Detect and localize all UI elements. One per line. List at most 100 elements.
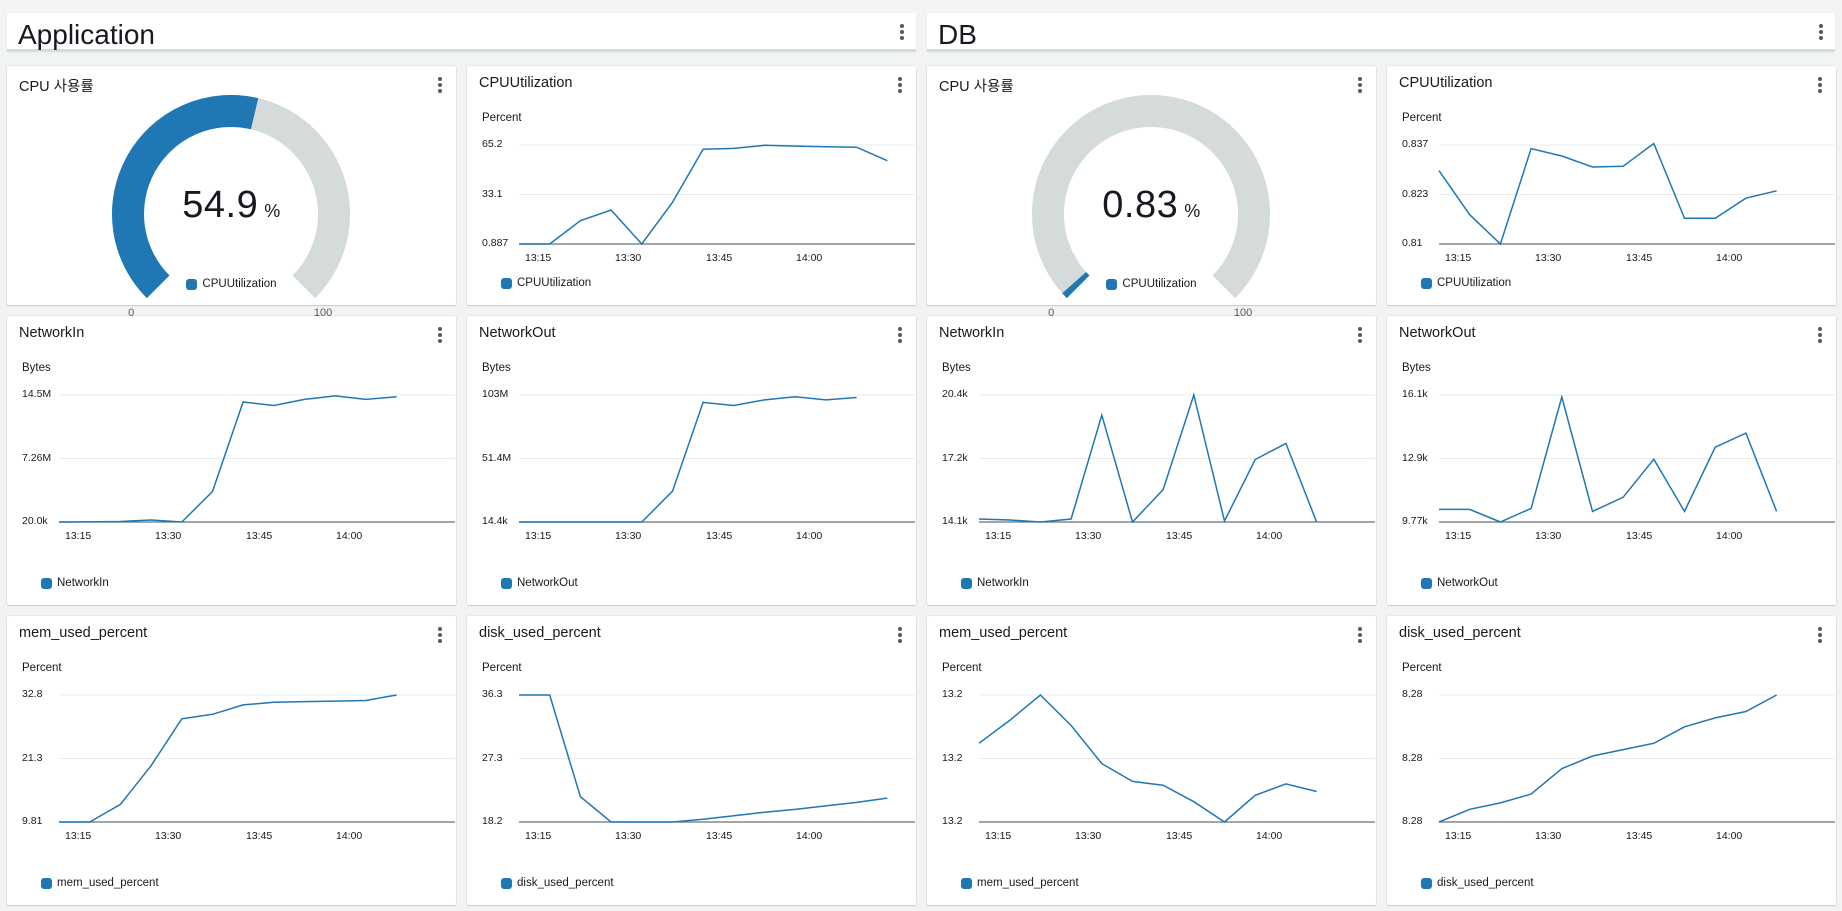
section-title-application: Application [18, 19, 155, 50]
legend-item[interactable]: NetworkOut [1421, 577, 1498, 589]
legend-swatch [1106, 278, 1118, 290]
y-tick-label: 51.4M [482, 451, 512, 464]
series-line [1438, 142, 1777, 246]
legend-swatch [961, 577, 972, 589]
legend-swatch [961, 877, 972, 889]
widget-app-disk: disk_used_percent Percent 36.3 27.3 18.2 13:1… [467, 616, 916, 905]
x-tick-label: 13:30 [155, 530, 182, 542]
x-tick-label: 13:45 [1626, 830, 1653, 842]
x-tick-label: 13:15 [1445, 252, 1472, 264]
gauge-unit: % [264, 201, 281, 221]
legend-label: mem_used_percent [57, 877, 159, 889]
x-tick-label: 13:30 [1075, 830, 1102, 842]
line-chart [519, 694, 915, 823]
widget-app-network-in: NetworkIn Bytes 14.5M 7.26M 20.0k 13:15 13:30 1… [7, 316, 456, 605]
legend-label: NetworkIn [57, 577, 109, 589]
widget-db-cpu-gauge: CPU 사용률 0.83% 0 100 CPUUtilization [927, 66, 1376, 319]
legend-item[interactable]: NetworkOut [501, 577, 578, 589]
widget-db-disk: disk_used_percent Percent 8.28 8.28 8.28 13:1… [1387, 616, 1836, 905]
y-tick-label: 14.1k [942, 515, 968, 527]
kebab-menu-icon[interactable] [1813, 21, 1829, 43]
y-tick-label: 65.2 [482, 138, 503, 150]
x-tick-label: 13:30 [1535, 252, 1562, 264]
y-tick-label: 103M [482, 388, 509, 400]
legend-label: mem_used_percent [977, 877, 1079, 889]
x-tick-label: 13:30 [1075, 530, 1102, 542]
gauge-value-text: 54.9 [182, 184, 259, 226]
widget-db-cpu-line: CPUUtilization Percent 0.837 0.823 0.81 13:15… [1387, 66, 1836, 305]
y-tick-label: 20.0k [22, 515, 48, 527]
legend-label: NetworkIn [977, 577, 1029, 589]
line-chart [1438, 142, 1835, 246]
legend-swatch [1421, 577, 1432, 589]
legend-label: NetworkOut [517, 577, 578, 589]
line-chart [1439, 394, 1835, 523]
y-tick-label: 0.887 [482, 237, 509, 249]
gauge-value: 0.83% [927, 184, 1376, 227]
legend-item[interactable]: disk_used_percent [501, 877, 614, 889]
y-tick-label: 13.2 [942, 815, 963, 827]
legend-item[interactable]: NetworkIn [961, 577, 1029, 589]
x-tick-label: 13:30 [155, 830, 182, 842]
line-chart [1438, 694, 1835, 823]
legend-item[interactable]: mem_used_percent [961, 877, 1079, 889]
legend-label: disk_used_percent [517, 877, 614, 889]
x-tick-label: 13:15 [65, 530, 92, 542]
legend-item[interactable]: CPUUtilization [7, 278, 456, 290]
widget-db-network-out: NetworkOut Bytes 16.1k 12.9k 9.77k 13:15 13:30… [1387, 316, 1836, 605]
y-tick-label: 17.2k [942, 451, 968, 464]
widget-app-cpu-gauge: CPU 사용률 54.9% 0 100 CPUUtilization [7, 66, 456, 319]
x-tick-label: 13:30 [1535, 530, 1562, 542]
x-tick-label: 13:45 [1626, 252, 1653, 264]
line-chart [978, 392, 1375, 524]
y-tick-label: 0.823 [1402, 187, 1429, 200]
y-tick-label: 8.28 [1402, 688, 1423, 700]
x-tick-label: 13:30 [1535, 830, 1562, 842]
x-tick-label: 14:00 [336, 530, 363, 542]
legend-item[interactable]: NetworkIn [41, 577, 109, 589]
x-tick-label: 13:45 [1166, 830, 1193, 842]
legend-swatch [186, 278, 198, 290]
x-tick-label: 13:15 [1445, 530, 1472, 542]
legend-item[interactable]: CPUUtilization [501, 277, 591, 289]
x-tick-label: 13:45 [706, 530, 733, 542]
x-tick-label: 14:00 [1716, 252, 1743, 264]
y-tick-label: 21.3 [22, 751, 43, 764]
x-tick-label: 13:15 [1445, 830, 1472, 842]
x-tick-label: 13:15 [985, 830, 1012, 842]
legend-item[interactable]: mem_used_percent [41, 877, 159, 889]
x-tick-label: 13:15 [985, 530, 1012, 542]
x-tick-label: 13:15 [525, 830, 552, 842]
x-tick-label: 13:45 [1166, 530, 1193, 542]
y-tick-label: 7.26M [22, 451, 52, 464]
x-tick-label: 14:00 [1256, 830, 1283, 842]
x-tick-label: 13:45 [706, 830, 733, 842]
legend-item[interactable]: disk_used_percent [1421, 877, 1534, 889]
x-tick-label: 13:45 [246, 530, 273, 542]
x-tick-label: 14:00 [336, 830, 363, 842]
legend-item[interactable]: CPUUtilization [1421, 277, 1511, 289]
x-tick-label: 14:00 [796, 252, 823, 264]
y-tick-label: 8.28 [1402, 751, 1423, 764]
y-tick-label: 14.4k [482, 515, 508, 527]
section-header-application: Application [7, 13, 916, 51]
legend-label: disk_used_percent [1437, 877, 1534, 889]
series-line [519, 396, 857, 523]
legend-label: CPUUtilization [1437, 277, 1512, 289]
widget-db-mem: mem_used_percent Percent 13.2 13.2 13.2 13:15… [927, 616, 1376, 905]
x-tick-label: 13:45 [706, 252, 733, 264]
y-tick-label: 0.837 [1402, 138, 1429, 150]
line-chart [519, 394, 915, 523]
x-tick-label: 13:15 [525, 252, 552, 264]
y-tick-label: 8.28 [1402, 815, 1423, 827]
legend-swatch [1421, 277, 1432, 289]
legend-item[interactable]: CPUUtilization [927, 278, 1376, 290]
legend-swatch [41, 877, 52, 889]
y-tick-label: 12.9k [1402, 451, 1428, 464]
x-tick-label: 13:30 [615, 830, 642, 842]
x-tick-label: 13:30 [615, 252, 642, 264]
section-header-db: DB [927, 13, 1835, 51]
line-chart [59, 694, 455, 823]
kebab-menu-icon[interactable] [894, 21, 910, 43]
gauge-value-text: 0.83 [1102, 184, 1179, 226]
